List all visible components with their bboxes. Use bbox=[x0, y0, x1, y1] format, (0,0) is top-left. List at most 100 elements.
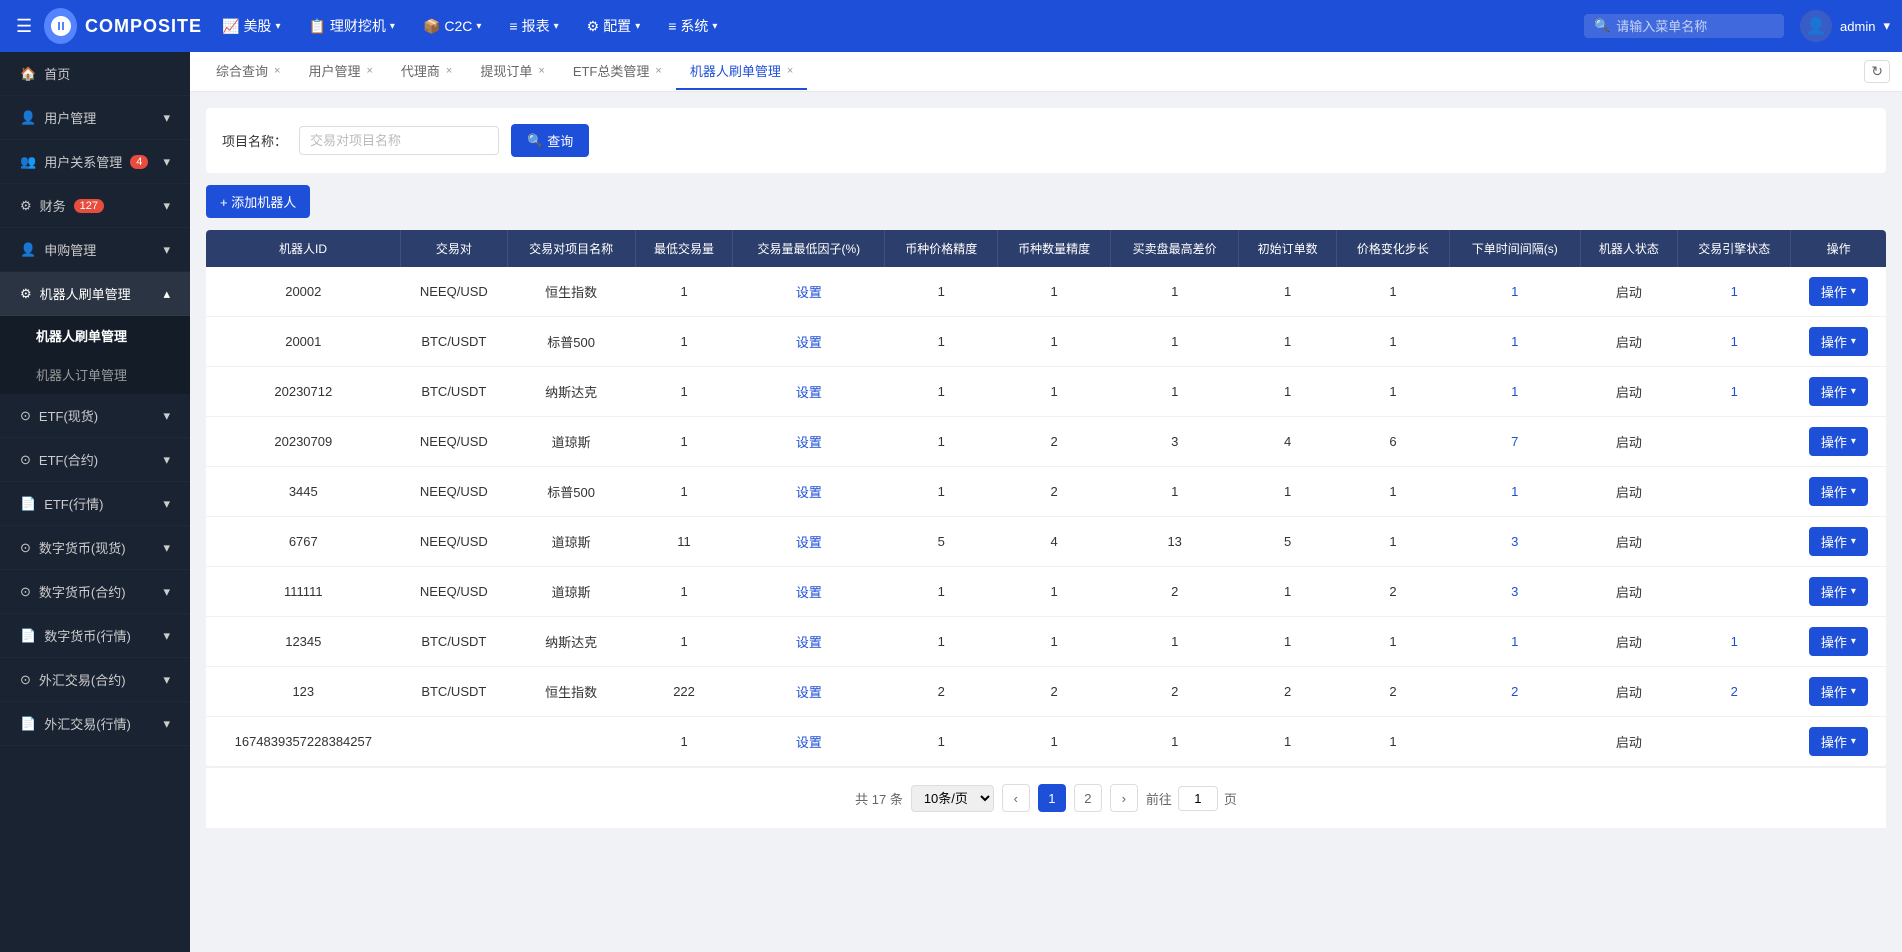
tab-agent-mgmt-close[interactable]: × bbox=[446, 65, 452, 77]
sidebar-sub-robot-order[interactable]: 机器人刷单管理 bbox=[0, 316, 190, 355]
factor-link[interactable]: 设置 bbox=[796, 735, 822, 750]
nav-item-mining[interactable]: 📋 理财挖机 ▾ bbox=[296, 10, 406, 42]
cell-factor[interactable]: 设置 bbox=[733, 417, 885, 467]
cell-action[interactable]: 操作 ▾ bbox=[1791, 317, 1886, 367]
sidebar-item-finance[interactable]: ⚙ 财务 127 ▾ bbox=[0, 184, 190, 228]
sidebar-finance-label: 财务 bbox=[40, 196, 66, 215]
forex-market-icon: 📄 bbox=[20, 716, 36, 732]
sidebar-item-forex-market[interactable]: 📄 外汇交易(行情) ▾ bbox=[0, 702, 190, 746]
sidebar-item-robot[interactable]: ⚙ 机器人刷单管理 ▴ bbox=[0, 272, 190, 316]
action-button[interactable]: 操作 ▾ bbox=[1809, 377, 1868, 406]
tab-withdrawal[interactable]: 提现订单 × bbox=[466, 53, 558, 90]
factor-link[interactable]: 设置 bbox=[796, 385, 822, 400]
cell-factor[interactable]: 设置 bbox=[733, 567, 885, 617]
action-button[interactable]: 操作 ▾ bbox=[1809, 277, 1868, 306]
sidebar-item-etf-market[interactable]: 📄 ETF(行情) ▾ bbox=[0, 482, 190, 526]
action-button[interactable]: 操作 ▾ bbox=[1809, 727, 1868, 756]
cell-robot-id: 20230709 bbox=[206, 417, 401, 467]
factor-link[interactable]: 设置 bbox=[796, 435, 822, 450]
sidebar-item-crypto-market[interactable]: 📄 数字货币(行情) ▾ bbox=[0, 614, 190, 658]
nav-item-settings[interactable]: ⚙ 配置 ▾ bbox=[575, 10, 653, 42]
prev-page-button[interactable]: ‹ bbox=[1002, 784, 1030, 812]
cell-factor[interactable]: 设置 bbox=[733, 367, 885, 417]
sidebar-item-crypto-spot[interactable]: ⊙ 数字货币(现货) ▾ bbox=[0, 526, 190, 570]
action-button[interactable]: 操作 ▾ bbox=[1809, 477, 1868, 506]
table-row: 1674839357228384257 1 设置 1 1 1 1 1 启动 操作… bbox=[206, 717, 1886, 767]
sidebar-item-user-manage[interactable]: 👤 用户管理 ▾ bbox=[0, 96, 190, 140]
filter-label: 项目名称： bbox=[222, 131, 287, 150]
search-input[interactable] bbox=[1616, 19, 1756, 34]
cell-action[interactable]: 操作 ▾ bbox=[1791, 367, 1886, 417]
cell-factor[interactable]: 设置 bbox=[733, 667, 885, 717]
project-name-input[interactable] bbox=[299, 126, 499, 155]
cell-factor[interactable]: 设置 bbox=[733, 517, 885, 567]
action-button[interactable]: 操作 ▾ bbox=[1809, 527, 1868, 556]
sidebar-item-home[interactable]: 🏠 首页 bbox=[0, 52, 190, 96]
cell-action[interactable]: 操作 ▾ bbox=[1791, 567, 1886, 617]
cell-action[interactable]: 操作 ▾ bbox=[1791, 417, 1886, 467]
cell-interval: 7 bbox=[1449, 417, 1580, 467]
nav-item-c2c[interactable]: 📦 C2C ▾ bbox=[411, 12, 493, 41]
tabs-refresh-button[interactable]: ↻ bbox=[1864, 60, 1890, 83]
sidebar-item-etf-spot[interactable]: ⊙ ETF(现货) ▾ bbox=[0, 394, 190, 438]
cell-action[interactable]: 操作 ▾ bbox=[1791, 617, 1886, 667]
sidebar-item-user-rel[interactable]: 👥 用户关系管理 4 ▾ bbox=[0, 140, 190, 184]
tab-agent-mgmt[interactable]: 代理商 × bbox=[387, 53, 466, 90]
nav-item-system[interactable]: ≡ 系统 ▾ bbox=[656, 10, 729, 42]
tab-etf-category-close[interactable]: × bbox=[655, 65, 661, 77]
cell-factor[interactable]: 设置 bbox=[733, 467, 885, 517]
nav-user[interactable]: 👤 admin ▾ bbox=[1800, 10, 1890, 42]
action-button[interactable]: 操作 ▾ bbox=[1809, 327, 1868, 356]
sidebar-item-crypto-futures[interactable]: ⊙ 数字货币(合约) ▾ bbox=[0, 570, 190, 614]
page-2-button[interactable]: 2 bbox=[1074, 784, 1102, 812]
cell-price-step: 1 bbox=[1336, 467, 1449, 517]
sidebar-item-ipo[interactable]: 👤 申购管理 ▾ bbox=[0, 228, 190, 272]
factor-link[interactable]: 设置 bbox=[796, 335, 822, 350]
next-page-button[interactable]: › bbox=[1110, 784, 1138, 812]
cell-action[interactable]: 操作 ▾ bbox=[1791, 467, 1886, 517]
nav-item-stocks[interactable]: 📈 美股 ▾ bbox=[210, 10, 292, 42]
page-size-select[interactable]: 10条/页 20条/页 50条/页 bbox=[911, 785, 994, 812]
cell-action[interactable]: 操作 ▾ bbox=[1791, 667, 1886, 717]
sidebar-item-etf-futures[interactable]: ⊙ ETF(合约) ▾ bbox=[0, 438, 190, 482]
tab-robot-order[interactable]: 机器人刷单管理 × bbox=[676, 53, 807, 90]
table-row: 20230709 NEEQ/USD 道琼斯 1 设置 1 2 3 4 6 7 启… bbox=[206, 417, 1886, 467]
factor-link[interactable]: 设置 bbox=[796, 685, 822, 700]
factor-link[interactable]: 设置 bbox=[796, 585, 822, 600]
action-button[interactable]: 操作 ▾ bbox=[1809, 577, 1868, 606]
factor-link[interactable]: 设置 bbox=[796, 485, 822, 500]
tab-overview[interactable]: 综合查询 × bbox=[202, 53, 294, 90]
factor-link[interactable]: 设置 bbox=[796, 535, 822, 550]
tab-user-mgmt-close[interactable]: × bbox=[366, 65, 372, 77]
tab-etf-category[interactable]: ETF总类管理 × bbox=[559, 53, 676, 90]
action-button[interactable]: 操作 ▾ bbox=[1809, 627, 1868, 656]
nav-item-reports[interactable]: ≡ 报表 ▾ bbox=[497, 10, 570, 42]
action-button[interactable]: 操作 ▾ bbox=[1809, 677, 1868, 706]
add-robot-button[interactable]: + 添加机器人 bbox=[206, 185, 310, 218]
cell-init-orders: 1 bbox=[1239, 267, 1337, 317]
cell-factor[interactable]: 设置 bbox=[733, 617, 885, 667]
page-1-button[interactable]: 1 bbox=[1038, 784, 1066, 812]
cell-action[interactable]: 操作 ▾ bbox=[1791, 517, 1886, 567]
factor-link[interactable]: 设置 bbox=[796, 285, 822, 300]
cell-factor[interactable]: 设置 bbox=[733, 317, 885, 367]
nav-search[interactable]: 🔍 bbox=[1584, 14, 1784, 38]
cell-factor[interactable]: 设置 bbox=[733, 267, 885, 317]
cell-factor[interactable]: 设置 bbox=[733, 717, 885, 767]
action-button[interactable]: 操作 ▾ bbox=[1809, 427, 1868, 456]
tab-withdrawal-close[interactable]: × bbox=[538, 65, 544, 77]
cell-engine-status: 1 bbox=[1678, 617, 1791, 667]
sidebar-item-forex-futures[interactable]: ⊙ 外汇交易(合约) ▾ bbox=[0, 658, 190, 702]
tab-robot-order-close[interactable]: × bbox=[787, 65, 793, 77]
cell-interval: 3 bbox=[1449, 517, 1580, 567]
goto-page-input[interactable] bbox=[1178, 786, 1218, 811]
sidebar-sub-robot-order-detail[interactable]: 机器人订单管理 bbox=[0, 355, 190, 394]
tab-user-mgmt[interactable]: 用户管理 × bbox=[294, 53, 386, 90]
hamburger-button[interactable]: ☰ bbox=[12, 12, 36, 41]
factor-link[interactable]: 设置 bbox=[796, 635, 822, 650]
search-button[interactable]: 🔍 查询 bbox=[511, 124, 589, 157]
tab-overview-close[interactable]: × bbox=[274, 65, 280, 77]
table-row: 6767 NEEQ/USD 道琼斯 11 设置 5 4 13 5 1 3 启动 … bbox=[206, 517, 1886, 567]
cell-action[interactable]: 操作 ▾ bbox=[1791, 717, 1886, 767]
cell-action[interactable]: 操作 ▾ bbox=[1791, 267, 1886, 317]
